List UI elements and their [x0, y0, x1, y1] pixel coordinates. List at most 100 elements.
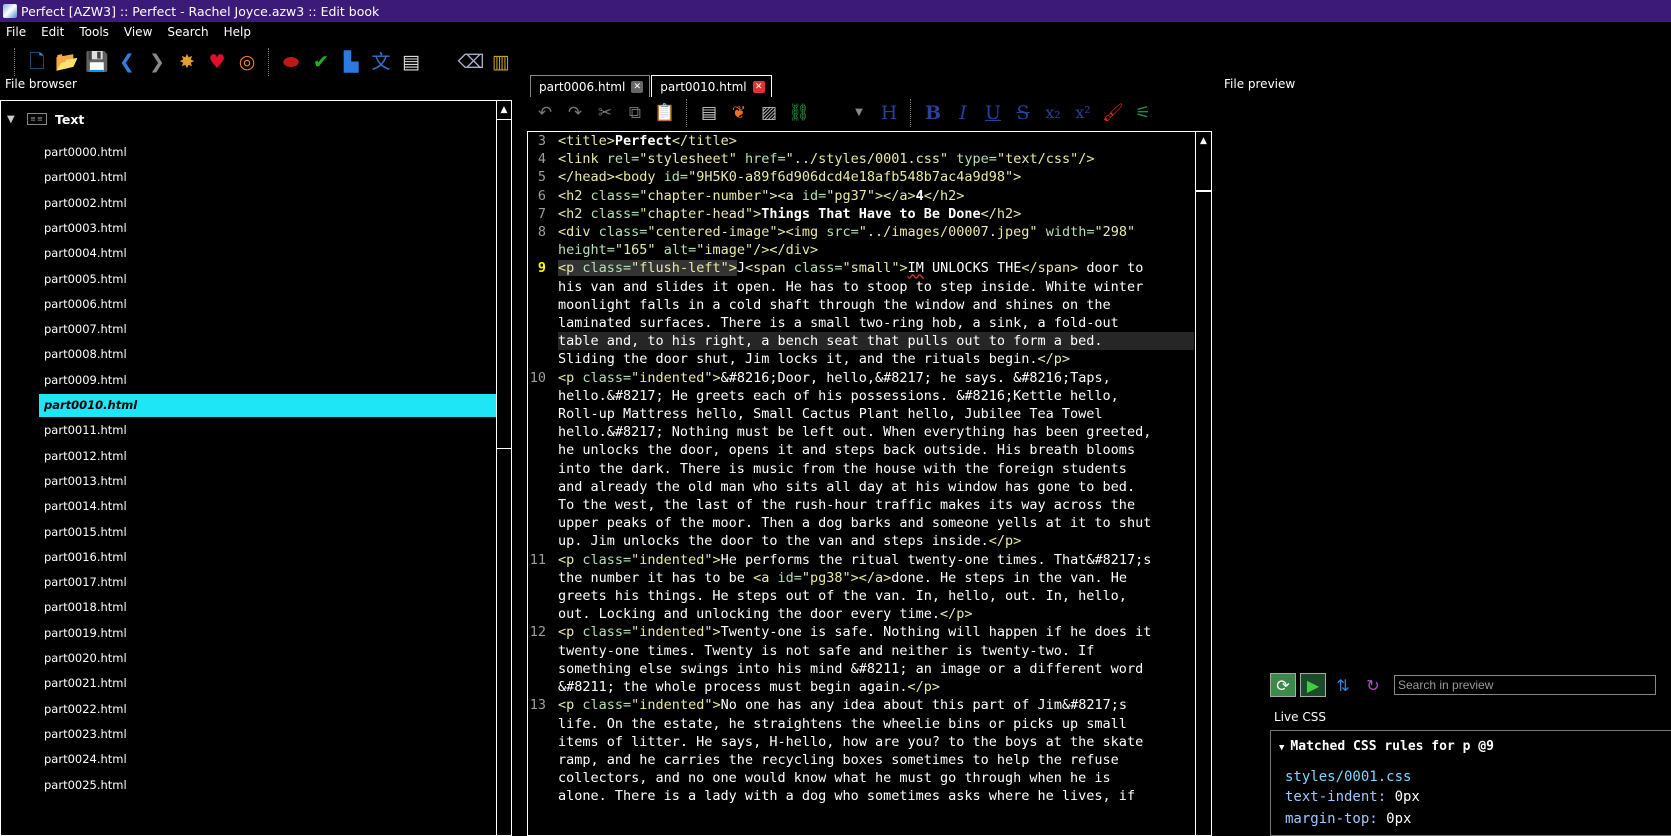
- file-browser-label: File browser: [5, 77, 77, 91]
- heading-icon[interactable]: H: [876, 101, 902, 125]
- eraser-icon[interactable]: ⌫: [458, 49, 485, 75]
- scrollbar-thumb[interactable]: [497, 119, 511, 449]
- checkpoint-pin-icon[interactable]: ✸: [174, 49, 200, 75]
- save-icon[interactable]: 💾: [84, 49, 110, 75]
- reload-icon[interactable]: ↻: [1360, 673, 1386, 697]
- open-folder-icon[interactable]: 📂: [54, 49, 80, 75]
- cut-icon[interactable]: ✂: [592, 101, 618, 125]
- tab-part0006[interactable]: part0006.html ✕: [530, 75, 651, 97]
- file-item-part0000[interactable]: part0000.html: [39, 141, 496, 164]
- insert-image-icon[interactable]: ▨: [756, 101, 782, 125]
- code-line-13: 13 <p class="indented">No one has any ide…: [529, 697, 1127, 714]
- text-group[interactable]: ▼ ≡≡ Text: [1, 109, 84, 129]
- file-list: ▼ ≡≡ Text part0000.html part0001.html part…: [1, 101, 496, 835]
- file-item-part0005[interactable]: part0005.html: [39, 268, 496, 291]
- forward-arrow-icon[interactable]: ❯: [144, 49, 170, 75]
- stylesheet-link[interactable]: styles/0001.css: [1285, 769, 1411, 785]
- file-item-part0006[interactable]: part0006.html: [39, 293, 496, 316]
- menu-edit[interactable]: Edit: [41, 25, 64, 39]
- file-item-part0022[interactable]: part0022.html: [39, 698, 496, 721]
- file-item-part0016[interactable]: part0016.html: [39, 546, 496, 569]
- table-of-contents-icon[interactable]: ▤: [398, 49, 424, 75]
- close-icon[interactable]: ✕: [752, 80, 765, 93]
- file-item-part0013[interactable]: part0013.html: [39, 470, 496, 493]
- code-editor[interactable]: 3 <title>Perfect</title> 4 <link rel="styl…: [527, 131, 1212, 836]
- text-color-icon[interactable]: 🖌: [1100, 101, 1126, 125]
- back-arrow-icon[interactable]: ❮: [114, 49, 140, 75]
- debug-bug-icon[interactable]: ⬬: [278, 49, 304, 75]
- insert-link-icon[interactable]: ⛓: [786, 101, 812, 125]
- auto-refresh-play-icon[interactable]: ▶: [1300, 673, 1326, 697]
- file-item-part0010[interactable]: part0010.html: [39, 394, 496, 417]
- text-group-label: Text: [55, 111, 85, 127]
- menu-file[interactable]: File: [6, 25, 26, 39]
- tab-part0010[interactable]: part0010.html ✕: [651, 75, 772, 97]
- menu-search[interactable]: Search: [167, 25, 208, 39]
- split-view-icon[interactable]: ⇅: [1330, 673, 1356, 697]
- file-item-part0014[interactable]: part0014.html: [39, 495, 496, 518]
- menu-tools[interactable]: Tools: [79, 25, 109, 39]
- reports-icon[interactable]: ▙: [338, 49, 364, 75]
- matched-rules-header[interactable]: ▼ Matched CSS rules for p @9: [1279, 739, 1494, 754]
- file-item-part0009[interactable]: part0009.html: [39, 369, 496, 392]
- paste-icon[interactable]: 📋: [652, 101, 678, 125]
- file-item-part0015[interactable]: part0015.html: [39, 521, 496, 544]
- close-icon[interactable]: ✕: [631, 80, 644, 93]
- file-item-part0017[interactable]: part0017.html: [39, 571, 496, 594]
- bold-icon[interactable]: B: [920, 101, 946, 125]
- background-color-icon[interactable]: ⚟: [1130, 101, 1156, 125]
- css-rule-text-indent: text-indent: 0px: [1285, 789, 1420, 805]
- file-item-part0001[interactable]: part0001.html: [39, 166, 496, 189]
- undo-icon[interactable]: ↶: [532, 101, 558, 125]
- subscript-icon[interactable]: x₂: [1040, 101, 1066, 125]
- search-in-preview-input[interactable]: [1394, 675, 1656, 695]
- scrollbar-thumb[interactable]: [1196, 190, 1211, 192]
- line-number: 12: [529, 624, 546, 641]
- file-item-part0020[interactable]: part0020.html: [39, 647, 496, 670]
- file-item-part0008[interactable]: part0008.html: [39, 343, 496, 366]
- file-item-part0002[interactable]: part0002.html: [39, 192, 496, 215]
- editor-scrollbar[interactable]: ▲: [1195, 132, 1211, 835]
- strikethrough-icon[interactable]: S: [1010, 101, 1036, 125]
- file-item-part0024[interactable]: part0024.html: [39, 748, 496, 771]
- preview-toolbar: ⟳ ▶ ⇅ ↻: [1270, 672, 1671, 698]
- smarten-punctuation-icon[interactable]: ▤: [696, 101, 722, 125]
- file-item-part0003[interactable]: part0003.html: [39, 217, 496, 240]
- editor-toolbar: ↶ ↷ ✂ ⧉ 📋 ▤ ❦ ▨ ⛓ ▼ H B I U S x₂ x² 🖌 ⚟: [530, 98, 1212, 128]
- menu-view[interactable]: View: [124, 25, 152, 39]
- file-browser-scrollbar[interactable]: ▲: [496, 101, 511, 835]
- file-item-part0025[interactable]: part0025.html: [39, 774, 496, 797]
- insert-tag-icon[interactable]: ❦: [726, 101, 752, 125]
- bar-chart-icon[interactable]: ▥: [488, 49, 514, 75]
- help-lifebuoy-icon[interactable]: ◎: [234, 49, 260, 75]
- file-item-part0018[interactable]: part0018.html: [39, 596, 496, 619]
- check-book-icon[interactable]: ✔: [308, 49, 334, 75]
- chevron-down-icon[interactable]: ▼: [7, 114, 21, 125]
- scroll-up-icon[interactable]: ▲: [1196, 134, 1211, 148]
- refresh-preview-icon[interactable]: ⟳: [1270, 673, 1296, 697]
- underline-icon[interactable]: U: [980, 101, 1006, 125]
- file-item-part0023[interactable]: part0023.html: [39, 723, 496, 746]
- file-item-part0019[interactable]: part0019.html: [39, 622, 496, 645]
- donate-heart-icon[interactable]: ♥: [204, 49, 230, 75]
- file-item-part0021[interactable]: part0021.html: [39, 672, 496, 695]
- italic-icon[interactable]: I: [950, 101, 976, 125]
- title-bar: Perfect [AZW3] :: Perfect - Rachel Joyce…: [0, 0, 1671, 22]
- code-line-4: 4 <link rel="stylesheet" href="../styles/…: [538, 150, 1194, 168]
- new-file-icon[interactable]: 🗋: [24, 49, 50, 75]
- file-item-part0012[interactable]: part0012.html: [39, 445, 496, 468]
- file-browser: ▼ ≡≡ Text part0000.html part0001.html part…: [0, 100, 512, 836]
- file-item-part0004[interactable]: part0004.html: [39, 242, 496, 265]
- scroll-up-icon[interactable]: ▲: [497, 103, 511, 117]
- file-item-part0007[interactable]: part0007.html: [39, 318, 496, 341]
- file-item-part0011[interactable]: part0011.html: [39, 419, 496, 442]
- copy-icon[interactable]: ⧉: [622, 101, 648, 125]
- superscript-icon[interactable]: x²: [1070, 101, 1096, 125]
- text-folder-icon: ≡≡: [27, 113, 47, 125]
- window-title: Perfect [AZW3] :: Perfect - Rachel Joyce…: [21, 3, 380, 19]
- menu-help[interactable]: Help: [224, 25, 251, 39]
- code-area[interactable]: 3 <title>Perfect</title> 4 <link rel="styl…: [529, 132, 1194, 835]
- redo-icon[interactable]: ↷: [562, 101, 588, 125]
- spellcheck-icon[interactable]: 文: [368, 49, 394, 75]
- dropdown-arrow-icon[interactable]: ▼: [846, 101, 872, 125]
